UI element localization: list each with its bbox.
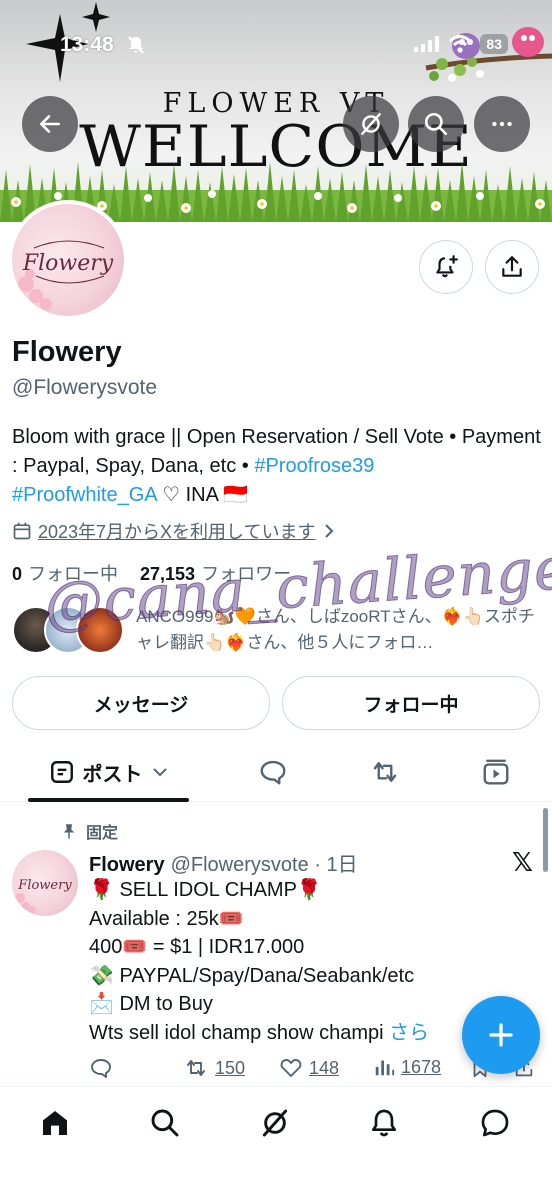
x-logo-icon: 𝕏 [512,847,533,877]
svg-text:Flowery: Flowery [22,251,114,276]
search-icon [151,1109,179,1137]
chevron-down-icon [152,768,167,777]
like-count: 148 [309,1057,340,1078]
signal-icon [414,36,440,52]
status-right-group: 83 [414,34,508,54]
nav-grok[interactable] [255,1103,295,1143]
share-button[interactable] [485,240,539,294]
display-name: Flowery [12,336,122,368]
bell-icon [372,1109,396,1137]
grok-button[interactable] [343,96,399,152]
arrow-left-icon [40,115,60,133]
nav-home[interactable] [35,1103,75,1143]
repost-count: 150 [215,1057,246,1078]
search-icon [424,112,448,136]
heart-icon [280,1059,302,1077]
silent-bell-icon [128,36,144,54]
notify-button[interactable] [419,240,473,294]
grok-icon [262,1109,288,1137]
calendar-icon [13,522,31,540]
pin-icon [63,824,75,839]
post-handle-time[interactable]: @Flowerysvote · 1日 [171,848,358,877]
tab-posts-label: ポスト [82,763,143,786]
joined-date-text: 2023年7月からXを利用しています [38,522,316,542]
hashtag-proofrose39[interactable]: #Proofrose39 [254,455,374,477]
media-play-icon [483,759,509,785]
profile-banner[interactable]: FLOWER VT WELLCOME 13:48 83 [0,0,552,222]
nav-notifications[interactable] [364,1103,404,1143]
profile-bio: Bloom with grace || Open Reservation / S… [12,423,542,510]
more-horizontal-icon [492,121,512,127]
scrollbar[interactable] [543,808,548,872]
repost-icon [187,1060,205,1076]
tab-media[interactable] [468,742,524,802]
profile-tabs: ポスト [0,742,552,802]
following-count[interactable]: 0 [12,564,22,585]
user-handle: @Flowerysvote [12,376,158,399]
tab-replies[interactable] [245,742,301,802]
message-bubble-icon [481,1109,509,1137]
bottom-navigation [0,1086,552,1200]
pinned-text: 固定 [86,825,119,842]
bell-plus-icon [436,255,458,278]
reply-icon [91,1059,111,1078]
post-avatar[interactable]: Flowery [12,850,78,916]
more-options-button[interactable] [474,96,530,152]
hashtag-proofwhite-ga[interactable]: #Proofwhite_GA [12,484,157,506]
pinned-label: 固定 [60,819,118,843]
wifi-icon [449,35,472,53]
post-avatar-logo: Flowery [15,878,72,914]
share-icon [502,256,522,277]
home-icon [43,1111,67,1135]
repost-icon [373,762,397,782]
compose-post-button[interactable] [462,996,540,1074]
views-bar-chart-icon [375,1060,395,1076]
back-button[interactable] [22,96,78,152]
reply-bubble-icon [260,760,286,785]
profile-avatar[interactable]: Flowery [8,200,128,320]
tab-active-indicator [28,798,189,802]
svg-text:Flowery: Flowery [17,878,72,893]
avatar-image: Flowery [12,204,124,316]
chevron-right-icon [324,524,333,538]
post-body-text: 🌹 SELL IDOL CHAMP🌹 Available : 25k🎟️ 400… [89,879,415,1044]
flowery-logo: Flowery [14,240,114,310]
battery-level: 83 [480,34,508,54]
repost-action[interactable]: 150 [183,1056,245,1080]
following-button[interactable]: フォロー中 [282,676,540,730]
nav-messages[interactable] [475,1103,515,1143]
views-count: 1678 [401,1056,442,1077]
plus-icon [489,1023,513,1047]
like-action[interactable]: 148 [279,1056,339,1080]
posts-icon [50,761,73,783]
post-body[interactable]: 🌹 SELL IDOL CHAMP🌹 Available : 25k🎟️ 400… [89,876,529,1047]
post-author-name[interactable]: Flowery [89,854,165,877]
reply-action[interactable] [89,1056,113,1080]
status-time: 13:48 [60,33,114,56]
message-button[interactable]: メッセージ [12,676,270,730]
bio-text-end: ♡ INA 🇮🇩 [156,484,249,506]
post-header: Flowery @Flowerysvote · 1日 [89,848,358,877]
tab-posts[interactable]: ポスト [28,742,189,802]
nav-search[interactable] [145,1103,185,1143]
joined-date[interactable]: 2023年7月からXを利用しています [12,518,336,544]
views-action[interactable]: 1678 [373,1056,441,1078]
search-button[interactable] [408,96,464,152]
show-more-link[interactable]: さら [389,1022,429,1044]
grok-icon [361,113,381,135]
tab-reposts[interactable] [357,742,413,802]
